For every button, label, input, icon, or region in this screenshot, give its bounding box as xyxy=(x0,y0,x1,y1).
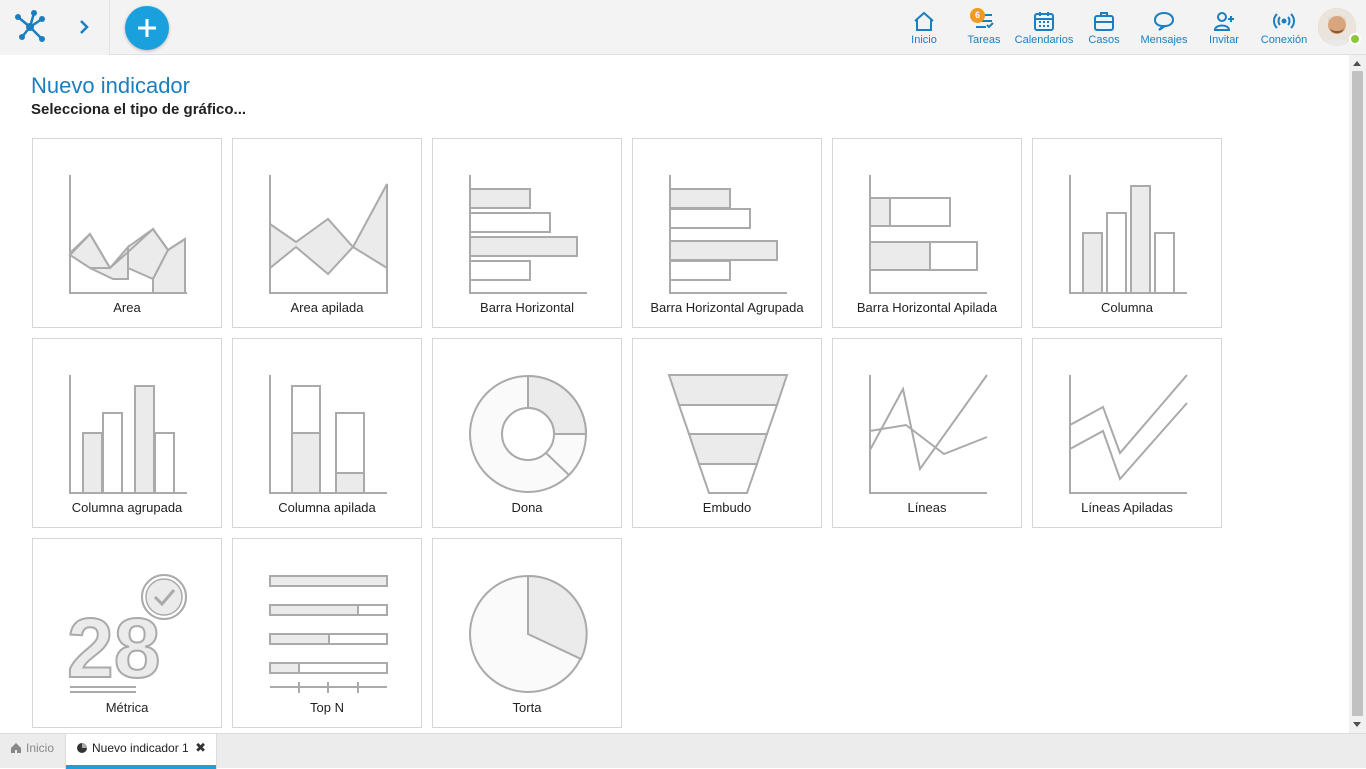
chart-type-lineas[interactable]: Líneas xyxy=(832,338,1022,528)
nav-calendarios[interactable]: Calendarios xyxy=(1012,6,1076,50)
chevron-right-icon[interactable] xyxy=(74,15,94,39)
chart-type-label: Top N xyxy=(310,700,344,715)
chart-type-metrica[interactable]: 28 Métrica xyxy=(32,538,222,728)
calendar-icon xyxy=(1034,12,1054,31)
chart-type-columna[interactable]: Columna xyxy=(1032,138,1222,328)
chart-type-label: Barra Horizontal Agrupada xyxy=(650,300,804,315)
chart-type-barra-horizontal[interactable]: Barra Horizontal xyxy=(432,138,622,328)
metric-sample-number: 28 xyxy=(67,601,160,695)
chart-type-top-n[interactable]: Top N xyxy=(232,538,422,728)
chart-type-label: Columna agrupada xyxy=(71,500,183,515)
nav-label: Invitar xyxy=(1209,34,1239,46)
tab-inicio[interactable]: Inicio xyxy=(0,734,64,769)
chart-type-label: Métrica xyxy=(105,700,149,715)
nav-label: Inicio xyxy=(911,34,937,46)
nav-conexion[interactable]: Conexión xyxy=(1252,6,1316,50)
chart-type-label: Líneas xyxy=(907,500,947,515)
online-status-indicator xyxy=(1349,33,1361,45)
nav-label: Conexión xyxy=(1260,34,1308,46)
chart-type-label: Barra Horizontal xyxy=(480,300,574,315)
chart-type-label: Dona xyxy=(511,500,543,515)
home-icon xyxy=(11,743,21,753)
briefcase-icon xyxy=(1094,12,1114,31)
chart-type-label: Barra Horizontal Apilada xyxy=(856,300,998,315)
tab-label: Nuevo indicador 1 xyxy=(92,741,189,755)
tab-nuevo-indicador[interactable]: Nuevo indicador 1 ✖ xyxy=(65,734,217,769)
nav-tareas[interactable]: 6 Tareas xyxy=(952,6,1016,50)
top-bar: Inicio 6 Tareas Calendarios Casos Mensaj… xyxy=(0,0,1366,55)
nav-invitar[interactable]: Invitar xyxy=(1192,6,1256,50)
chart-type-columna-apilada[interactable]: Columna apilada xyxy=(232,338,422,528)
nav-label: Calendarios xyxy=(1014,34,1074,46)
chart-type-label: Columna xyxy=(1100,300,1154,315)
close-tab-icon[interactable]: ✖ xyxy=(195,734,206,762)
chart-type-label: Area xyxy=(113,300,141,315)
chart-type-area[interactable]: Area xyxy=(32,138,222,328)
vertical-scrollbar[interactable] xyxy=(1349,55,1366,733)
nav-mensajes[interactable]: Mensajes xyxy=(1132,6,1196,50)
invite-user-icon xyxy=(1213,12,1234,31)
scroll-up-arrow-icon[interactable] xyxy=(1353,61,1361,66)
chart-type-label: Columna apilada xyxy=(278,500,376,515)
chart-type-label: Embudo xyxy=(702,500,752,515)
chart-type-label: Líneas Apiladas xyxy=(1081,500,1173,515)
chart-type-embudo[interactable]: Embudo xyxy=(632,338,822,528)
chart-type-dona[interactable]: Dona xyxy=(432,338,622,528)
app-logo-icon[interactable] xyxy=(12,9,48,45)
home-icon xyxy=(914,11,934,31)
nav-inicio[interactable]: Inicio xyxy=(892,6,956,50)
plus-icon xyxy=(138,19,156,37)
add-button[interactable] xyxy=(125,6,169,50)
scroll-down-arrow-icon[interactable] xyxy=(1353,722,1361,727)
nav-label: Tareas xyxy=(967,34,1001,46)
page-title: Nuevo indicador xyxy=(31,73,190,98)
tasks-badge: 6 xyxy=(970,8,985,23)
nav-label: Mensajes xyxy=(1140,34,1188,46)
chart-type-lineas-apiladas[interactable]: Líneas Apiladas xyxy=(1032,338,1222,528)
bottom-tab-bar: Inicio Nuevo indicador 1 ✖ xyxy=(0,733,1366,769)
connection-icon xyxy=(1273,13,1295,29)
chart-type-label: Torta xyxy=(512,700,542,715)
pie-chart-icon xyxy=(77,743,87,753)
logo-area xyxy=(0,0,110,55)
chat-icon xyxy=(1153,11,1175,31)
chart-type-label: Area apilada xyxy=(290,300,364,315)
chart-type-columna-agrupada[interactable]: Columna agrupada xyxy=(32,338,222,528)
chart-type-barra-horizontal-apilada[interactable]: Barra Horizontal Apilada xyxy=(832,138,1022,328)
page-subtitle: Selecciona el tipo de gráfico... xyxy=(31,101,247,118)
scroll-thumb[interactable] xyxy=(1352,71,1363,716)
nav-label: Casos xyxy=(1088,34,1120,46)
chart-type-torta[interactable]: Torta xyxy=(432,538,622,728)
tab-label: Inicio xyxy=(26,741,55,755)
chart-type-area-apilada[interactable]: Area apilada xyxy=(232,138,422,328)
chart-type-barra-horizontal-agrupada[interactable]: Barra Horizontal Agrupada xyxy=(632,138,822,328)
nav-casos[interactable]: Casos xyxy=(1072,6,1136,50)
